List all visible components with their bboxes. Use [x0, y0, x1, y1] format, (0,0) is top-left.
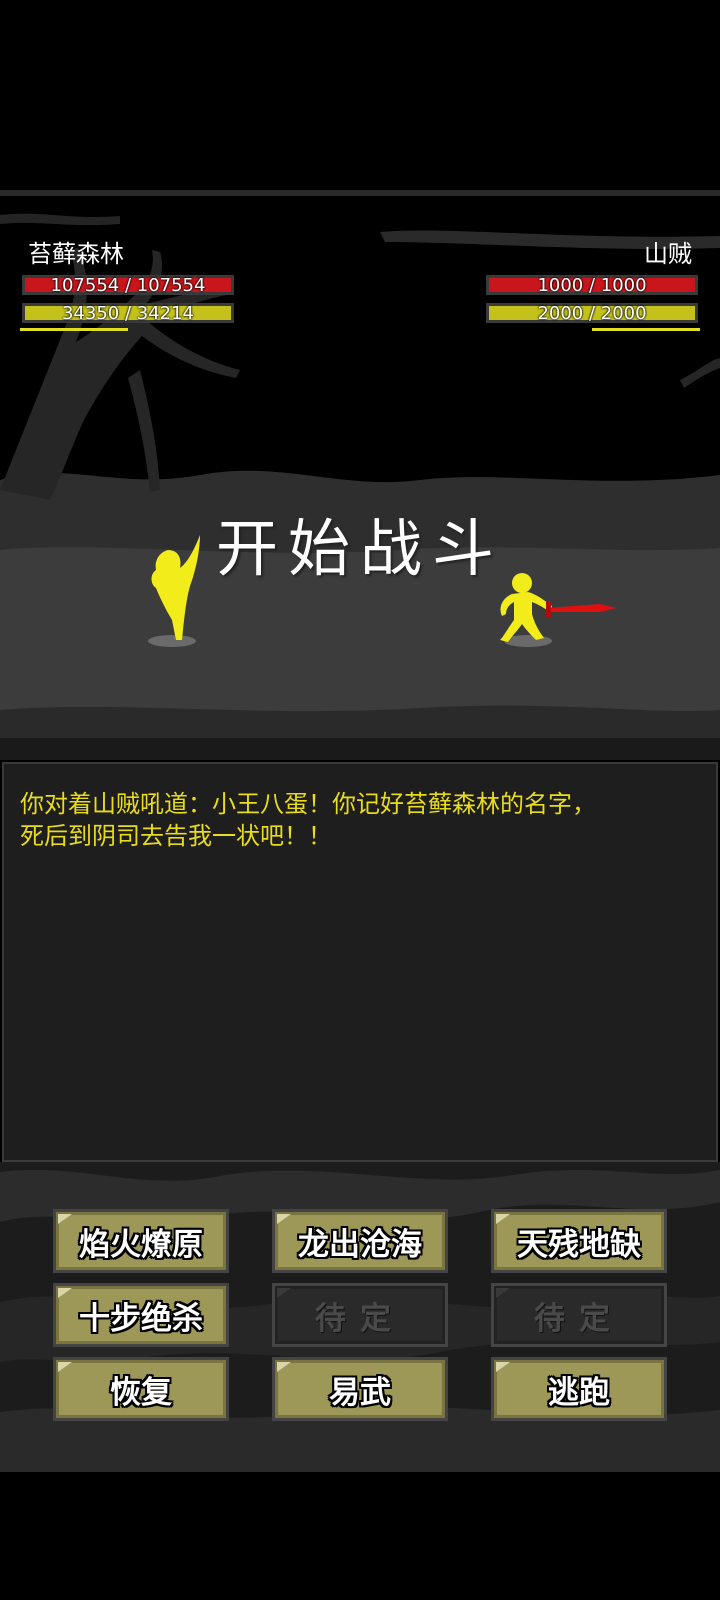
battle-start-title: 开始战斗	[215, 512, 504, 585]
skill-label: 龙出沧海	[298, 1226, 422, 1263]
enemy-hp-bar: 1000 / 1000	[486, 275, 698, 295]
player-name: 苔藓森林	[28, 240, 124, 268]
enemy-mp-text: 2000 / 2000	[537, 303, 647, 324]
skill-label: 待定	[534, 1300, 624, 1337]
skill-button-5-locked: 待定	[272, 1283, 448, 1347]
skill-label: 恢复	[110, 1374, 172, 1411]
recover-button[interactable]: 恢复	[53, 1357, 229, 1421]
combat-log: 你对着山贼吼道：小王八蛋！你记好苔藓森林的名字， 死后到阴司去告我一状吧！！	[2, 762, 718, 1162]
player-hp-bar: 107554 / 107554	[22, 275, 234, 295]
player-mp-text: 34350 / 34214	[61, 303, 195, 324]
switch-weapon-button[interactable]: 易武	[272, 1357, 448, 1421]
log-line: 你对着山贼吼道：小王八蛋！你记好苔藓森林的名字，	[20, 790, 596, 818]
skill-button-3[interactable]: 天残地缺	[491, 1209, 667, 1273]
player-energy-bar	[20, 328, 128, 331]
skill-label: 逃跑	[548, 1374, 610, 1411]
skill-button-4[interactable]: 十步绝杀	[53, 1283, 229, 1347]
skill-label: 天残地缺	[517, 1226, 641, 1263]
flee-button[interactable]: 逃跑	[491, 1357, 667, 1421]
enemy-hp-text: 1000 / 1000	[537, 275, 647, 296]
player-mp-bar: 34350 / 34214	[22, 303, 234, 323]
skill-label: 易武	[329, 1374, 391, 1411]
skill-button-1[interactable]: 焰火燎原	[53, 1209, 229, 1273]
enemy-mp-bar: 2000 / 2000	[486, 303, 698, 323]
skill-label: 待定	[315, 1300, 405, 1337]
enemy-name: 山贼	[644, 240, 692, 268]
skill-button-6-locked: 待定	[491, 1283, 667, 1347]
log-line: 死后到阴司去告我一状吧！！	[20, 822, 332, 850]
enemy-energy-bar	[592, 328, 700, 331]
skill-label: 焰火燎原	[79, 1226, 203, 1263]
skill-button-2[interactable]: 龙出沧海	[272, 1209, 448, 1273]
player-hp-text: 107554 / 107554	[50, 275, 206, 296]
skill-label: 十步绝杀	[79, 1300, 203, 1337]
